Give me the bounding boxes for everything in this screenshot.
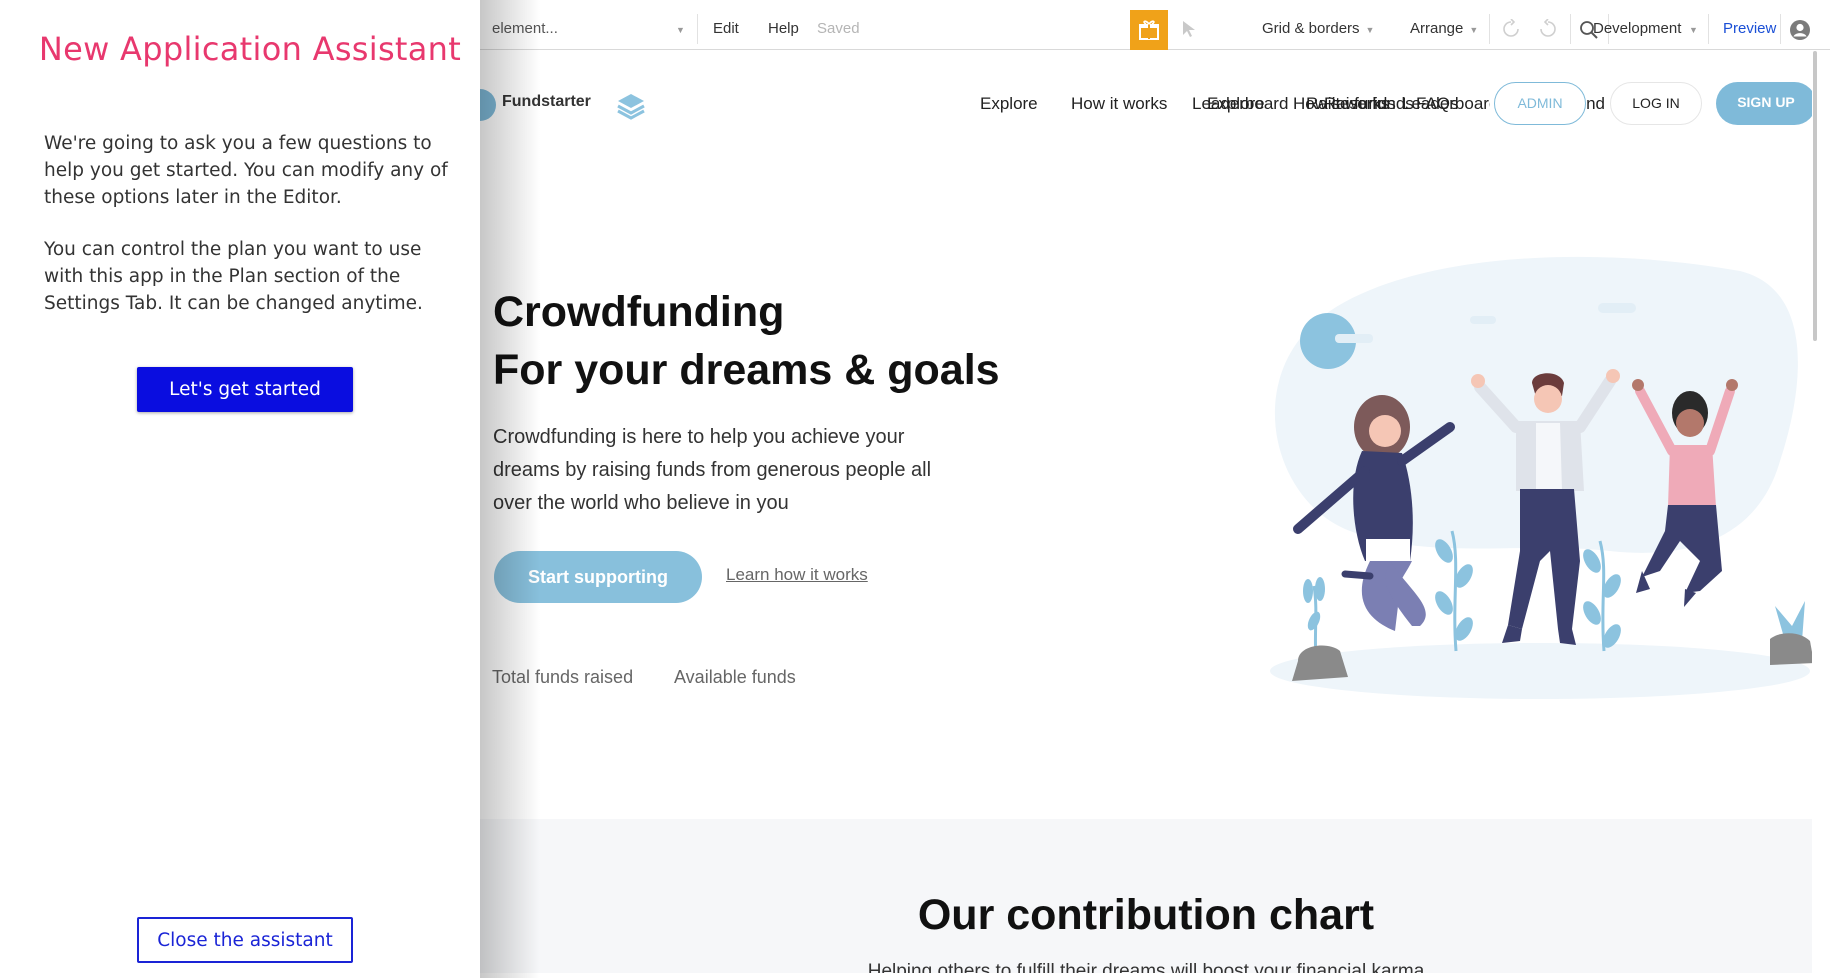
arrange-label: Arrange bbox=[1410, 20, 1464, 37]
preview-button[interactable]: Preview bbox=[1723, 0, 1776, 50]
gift-button[interactable] bbox=[1130, 10, 1168, 50]
editor-toolbar: element... ▼ Edit Help Saved Grid & bord… bbox=[480, 0, 1830, 50]
login-button[interactable]: LOG IN bbox=[1610, 82, 1702, 125]
grid-borders-menu[interactable]: Grid & borders ▼ bbox=[1262, 0, 1374, 50]
hero-title: Crowdfunding For your dreams & goals bbox=[493, 283, 1000, 399]
edit-menu[interactable]: Edit bbox=[713, 0, 739, 50]
hero-subtitle: Crowdfunding is here to help you achieve… bbox=[493, 426, 932, 514]
close-assistant-button[interactable]: Close the assistant bbox=[137, 917, 353, 963]
layers-icon bbox=[617, 94, 645, 120]
contribution-subtitle: Helping others to fulfill their dreams w… bbox=[867, 961, 1425, 973]
save-status: Saved bbox=[817, 20, 860, 37]
nav-explore[interactable]: Explore bbox=[980, 94, 1038, 114]
divider bbox=[1708, 14, 1709, 44]
grid-borders-label: Grid & borders bbox=[1262, 20, 1360, 37]
chevron-down-icon: ▼ bbox=[676, 25, 685, 35]
divider bbox=[697, 14, 698, 44]
hero-title-line2: For your dreams & goals bbox=[493, 346, 1000, 394]
assistant-title: New Application Assistant bbox=[38, 30, 462, 68]
divider bbox=[1570, 14, 1571, 44]
help-menu[interactable]: Help bbox=[768, 0, 799, 50]
divider bbox=[1489, 14, 1490, 44]
assistant-plan-text: You can control the plan you want to use… bbox=[44, 239, 423, 314]
chevron-down-icon: ▼ bbox=[1365, 25, 1375, 35]
undo-icon[interactable] bbox=[1501, 19, 1521, 39]
get-started-button[interactable]: Let's get started bbox=[137, 367, 353, 412]
start-supporting-button[interactable]: Start supporting bbox=[494, 551, 702, 603]
chevron-down-icon: ▼ bbox=[1689, 25, 1698, 35]
logo-mark bbox=[480, 89, 496, 121]
page-canvas: Fundstarter Explore How it works Leaderb… bbox=[480, 51, 1812, 973]
gift-icon bbox=[1139, 20, 1159, 40]
admin-button[interactable]: ADMIN bbox=[1494, 82, 1586, 125]
hero-illustration bbox=[1270, 256, 1812, 699]
contribution-title: Our contribution chart bbox=[917, 891, 1375, 939]
available-funds-label: Available funds bbox=[674, 667, 796, 687]
account-icon[interactable] bbox=[1789, 19, 1811, 41]
canvas-scrollbar[interactable] bbox=[1813, 51, 1817, 341]
cursor-icon[interactable] bbox=[1181, 20, 1197, 38]
nav-how-it-works[interactable]: How it works bbox=[1071, 94, 1167, 114]
brand-name[interactable]: Fundstarter bbox=[502, 93, 591, 111]
redo-icon[interactable] bbox=[1538, 19, 1558, 39]
environment-label: Development bbox=[1593, 20, 1682, 37]
assistant-panel: New Application Assistant We're going to… bbox=[0, 0, 480, 978]
nav-leaderboard[interactable]: Leaderboard bbox=[1402, 94, 1490, 114]
element-selector-value: element... bbox=[492, 20, 558, 37]
learn-how-link[interactable]: Learn how it works bbox=[726, 565, 868, 585]
chevron-down-icon: ▼ bbox=[1469, 25, 1479, 35]
arrange-menu[interactable]: Arrange ▼ bbox=[1410, 0, 1478, 50]
nav-explore-overlap[interactable]: Explore bbox=[1207, 94, 1265, 114]
element-selector[interactable]: element... bbox=[492, 0, 558, 50]
nav-raise-funds[interactable]: Raise funds bbox=[1306, 94, 1396, 114]
signup-button[interactable]: SIGN UP bbox=[1716, 82, 1812, 125]
hero-title-line1: Crowdfunding bbox=[493, 288, 785, 336]
divider bbox=[1780, 14, 1781, 44]
assistant-intro-text: We're going to ask you a few questions t… bbox=[44, 133, 448, 208]
total-funds-label: Total funds raised bbox=[492, 667, 634, 687]
